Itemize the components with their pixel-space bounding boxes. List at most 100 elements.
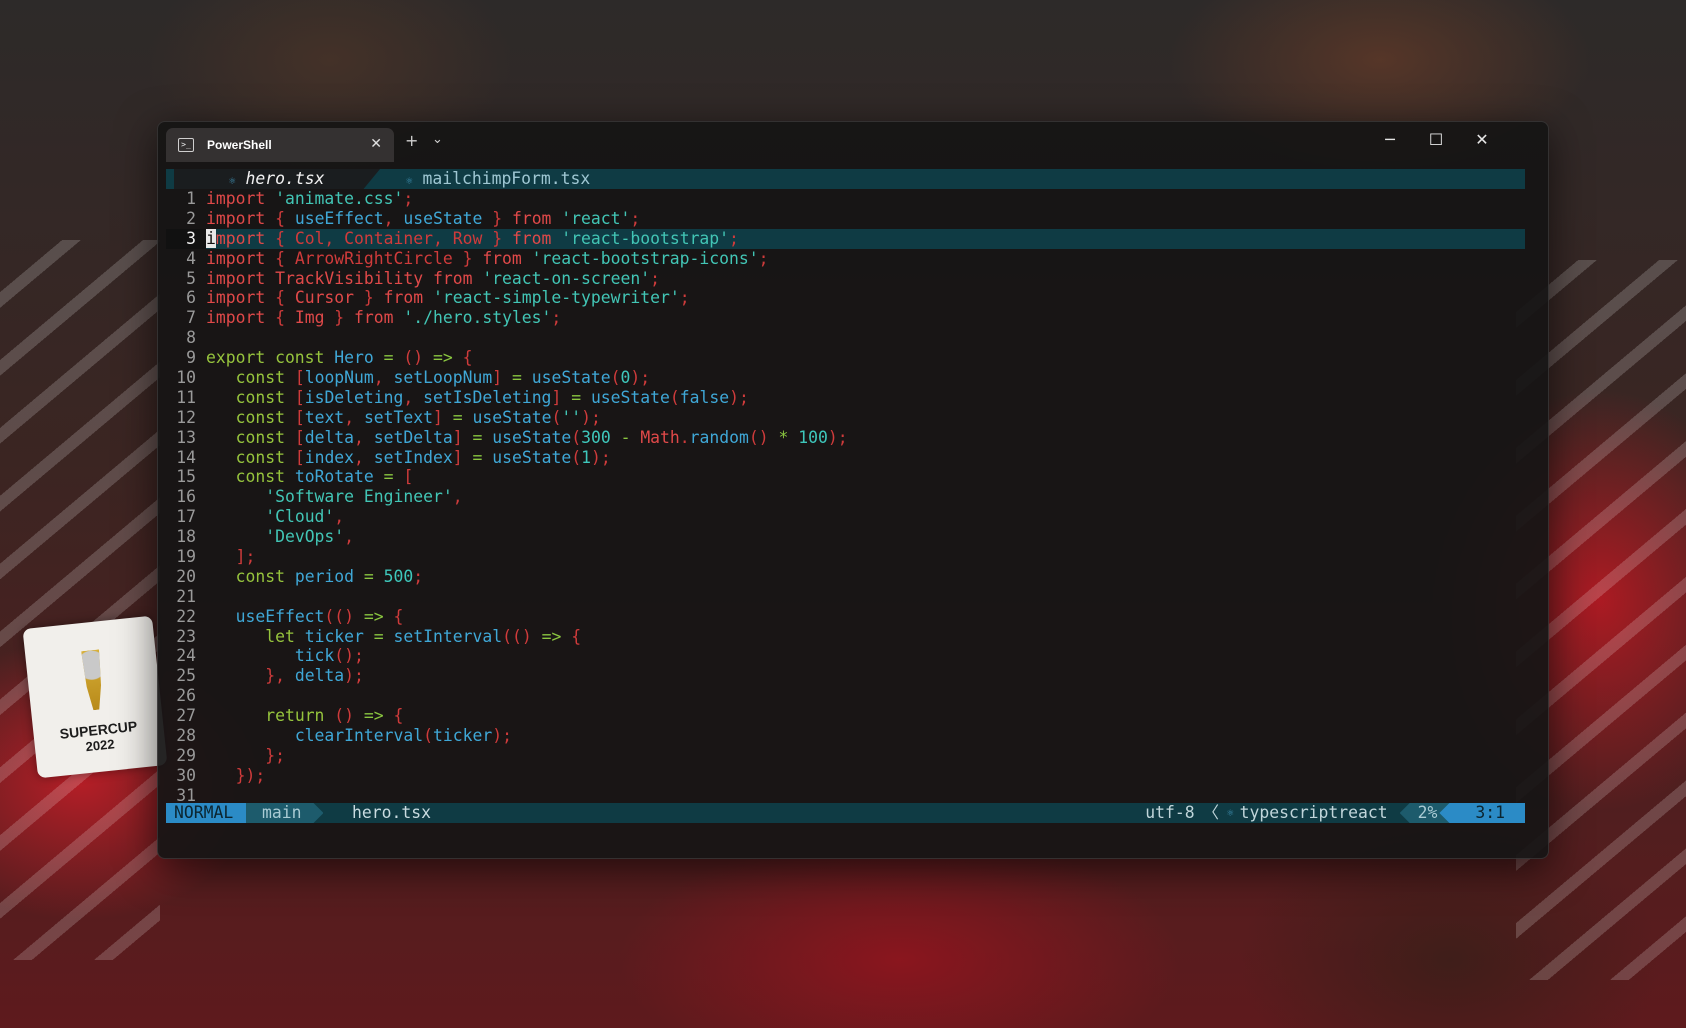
code-token: delta — [304, 427, 355, 447]
supercup-badge: SUPERCUP 2022 — [22, 615, 168, 779]
code-token: = — [373, 467, 404, 487]
react-icon: ⚛ — [229, 174, 236, 187]
code-token: const — [235, 467, 295, 487]
code-line[interactable]: 7 import { Img } from './hero.styles'; — [166, 308, 1525, 328]
code-line[interactable]: 19 ]; — [166, 547, 1525, 567]
code-token: index — [304, 447, 355, 467]
code-token: ]; — [235, 547, 256, 567]
code-token: , — [344, 407, 364, 427]
code-line[interactable]: 13 const [delta, setDelta] = useState(30… — [166, 428, 1525, 448]
vim-editor[interactable]: ⚛ hero.tsx ⚛ mailchimpForm.tsx 1 import '… — [166, 169, 1525, 823]
code-token: useState — [472, 407, 552, 427]
code-line[interactable]: 8 — [166, 328, 1525, 348]
buffer-name: hero.tsx — [245, 169, 325, 188]
code-token: ] — [452, 447, 473, 467]
code-token: - — [620, 427, 641, 447]
line-text: import { Img } from './hero.styles'; — [206, 308, 561, 328]
code-token: ( — [571, 427, 582, 447]
code-line[interactable]: 2 import { useEffect, useState } from 're… — [166, 209, 1525, 229]
line-text: const period = 500; — [206, 566, 424, 587]
code-line[interactable]: 26 — [166, 686, 1525, 706]
code-line[interactable]: 5 import TrackVisibility from 'react-on-s… — [166, 269, 1525, 289]
code-token: 100 — [798, 427, 828, 447]
line-number: 3 — [166, 228, 206, 249]
code-token: = — [511, 368, 532, 388]
line-text: useEffect(() => { — [206, 607, 404, 627]
code-line[interactable]: 15 const toRotate = [ — [166, 467, 1525, 487]
code-line[interactable]: 3 import { Col, Container, Row } from 're… — [166, 228, 1525, 249]
code-area[interactable]: 1 import 'animate.css'; 2 import { useEffec… — [166, 189, 1525, 806]
code-line[interactable]: 30 }); — [166, 766, 1525, 786]
react-icon: ⚛ — [1226, 806, 1234, 819]
code-line[interactable]: 1 import 'animate.css'; — [166, 189, 1525, 209]
code-line[interactable]: 12 const [text, setText] = useState(''); — [166, 408, 1525, 428]
code-token: useState — [492, 427, 572, 447]
line-number: 25 — [176, 666, 196, 686]
code-line[interactable]: 23 let ticker = setInterval(() => { — [166, 627, 1525, 647]
line-text: const [isDeleting, setIsDeleting] = useS… — [206, 388, 749, 408]
buffer-tab-mailchimpform[interactable]: ⚛ mailchimpForm.tsx — [406, 169, 590, 189]
code-token: }, — [265, 666, 295, 686]
code-token: () — [334, 706, 364, 726]
code-token: () — [403, 348, 433, 368]
code-line[interactable]: 22 useEffect(() => { — [166, 607, 1525, 627]
buffer-tab-hero[interactable]: ⚛ hero.tsx — [174, 169, 380, 189]
status-filename: hero.tsx — [352, 803, 431, 822]
code-token: const — [235, 427, 295, 447]
tab-dropdown-button[interactable]: ⌄ — [432, 132, 443, 147]
code-token: tick — [294, 646, 335, 666]
code-line[interactable]: 11 const [isDeleting, setIsDeleting] = u… — [166, 388, 1525, 408]
code-line[interactable]: 28 clearInterval(ticker); — [166, 726, 1525, 746]
code-token: Img — [294, 308, 325, 328]
code-line[interactable]: 14 const [index, setIndex] = useState(1)… — [166, 448, 1525, 468]
code-token: { ArrowRightCircle } — [275, 248, 483, 268]
code-token: = — [354, 566, 384, 586]
code-token: { — [462, 348, 473, 368]
line-number: 14 — [176, 447, 196, 467]
code-token: 'react' — [561, 208, 631, 228]
mode-indicator: NORMAL — [166, 803, 259, 823]
line-number: 1 — [186, 189, 196, 208]
line-number: 26 — [176, 686, 196, 706]
code-token: from — [482, 248, 532, 268]
line-text: return () => { — [206, 706, 403, 726]
line-text: import 'animate.css'; — [206, 189, 413, 209]
tab-powershell[interactable]: >_ PowerShell ✕ — [166, 128, 394, 162]
code-line[interactable]: 4 import { ArrowRightCircle } from 'react… — [166, 249, 1525, 269]
code-token: ; — [551, 308, 562, 328]
code-token: from — [511, 208, 562, 228]
code-line[interactable]: 25 }, delta); — [166, 666, 1525, 686]
code-line[interactable]: 9 export const Hero = () => { — [166, 348, 1525, 368]
code-token: export const — [206, 348, 335, 368]
code-line[interactable]: 10 const [loopNum, setLoopNum] = useStat… — [166, 368, 1525, 388]
code-token: '' — [561, 407, 582, 427]
line-text: ]; — [206, 547, 256, 567]
new-tab-button[interactable]: + — [405, 131, 418, 150]
code-line[interactable]: 29 }; — [166, 746, 1525, 766]
react-icon: ⚛ — [406, 174, 413, 187]
code-token: setDelta — [373, 427, 453, 447]
code-line[interactable]: 27 return () => { — [166, 706, 1525, 726]
code-line[interactable]: 16 'Software Engineer', — [166, 487, 1525, 507]
code-line[interactable]: 20 const period = 500; — [166, 567, 1525, 587]
code-token: import — [206, 189, 276, 208]
code-token: useState — [590, 387, 670, 407]
code-line[interactable]: 21 — [166, 587, 1525, 607]
code-token: ; — [758, 248, 769, 268]
code-line[interactable]: 24 tick(); — [166, 646, 1525, 666]
tab-close-icon[interactable]: ✕ — [370, 136, 382, 152]
code-line[interactable]: 17 'Cloud', — [166, 507, 1525, 527]
code-line[interactable]: 6 import { Cursor } from 'react-simple-ty… — [166, 288, 1525, 308]
code-token: ( — [423, 726, 433, 746]
maximize-button[interactable]: ☐ — [1413, 130, 1459, 149]
line-text: import { useEffect, useState } from 'rea… — [206, 209, 640, 229]
code-token: 300 — [581, 427, 621, 447]
close-button[interactable]: ✕ — [1459, 130, 1505, 149]
code-line[interactable]: 18 'DevOps', — [166, 527, 1525, 547]
minimize-button[interactable]: ─ — [1367, 130, 1413, 149]
code-token: setText — [363, 407, 434, 427]
